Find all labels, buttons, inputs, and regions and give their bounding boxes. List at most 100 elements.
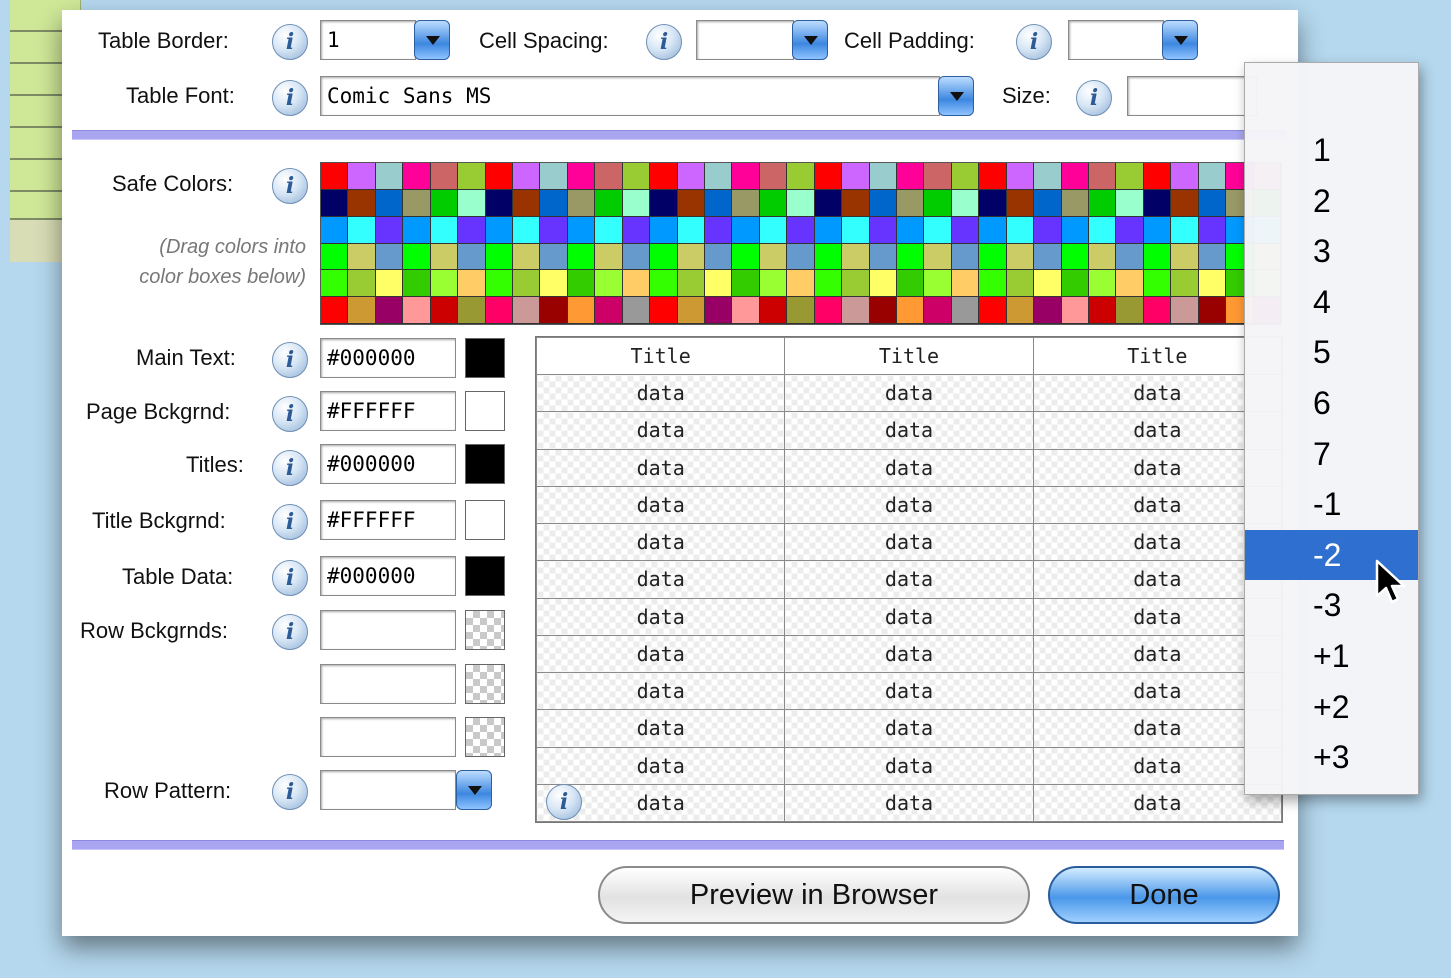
palette-color-cell[interactable]: [732, 270, 760, 298]
palette-color-cell[interactable]: [1116, 216, 1144, 244]
palette-color-cell[interactable]: [321, 297, 349, 324]
palette-color-cell[interactable]: [650, 189, 678, 217]
palette-color-cell[interactable]: [787, 297, 815, 324]
size-menu-item[interactable]: +3: [1245, 732, 1418, 782]
palette-color-cell[interactable]: [622, 163, 651, 190]
page-bckgrnd-color-field[interactable]: #FFFFFF: [320, 391, 456, 431]
palette-color-cell[interactable]: [622, 243, 651, 271]
palette-color-cell[interactable]: [897, 216, 925, 244]
palette-color-cell[interactable]: [814, 189, 843, 217]
palette-color-cell[interactable]: [924, 216, 952, 244]
palette-color-cell[interactable]: [705, 270, 733, 298]
palette-color-cell[interactable]: [375, 243, 404, 271]
palette-color-cell[interactable]: [814, 216, 843, 244]
palette-color-cell[interactable]: [1171, 243, 1199, 271]
size-menu-item[interactable]: 4: [1245, 277, 1418, 327]
palette-color-cell[interactable]: [1061, 243, 1089, 271]
info-icon[interactable]: i: [272, 396, 308, 432]
palette-color-cell[interactable]: [430, 297, 459, 324]
palette-color-cell[interactable]: [979, 270, 1007, 298]
palette-color-cell[interactable]: [567, 243, 596, 271]
size-menu-item[interactable]: 2: [1245, 176, 1418, 226]
palette-color-cell[interactable]: [650, 216, 678, 244]
info-icon[interactable]: i: [1016, 24, 1052, 60]
palette-color-cell[interactable]: [1089, 270, 1117, 298]
palette-color-cell[interactable]: [650, 163, 678, 190]
palette-color-cell[interactable]: [759, 243, 788, 271]
info-icon[interactable]: i: [546, 784, 582, 820]
palette-color-cell[interactable]: [485, 163, 513, 190]
table-border-dropdown-button[interactable]: [414, 20, 450, 60]
palette-color-cell[interactable]: [1034, 270, 1062, 298]
palette-color-cell[interactable]: [787, 163, 815, 190]
palette-color-cell[interactable]: [1198, 297, 1227, 324]
palette-color-cell[interactable]: [787, 270, 815, 298]
palette-color-cell[interactable]: [650, 243, 678, 271]
palette-color-cell[interactable]: [1143, 243, 1172, 271]
palette-color-cell[interactable]: [458, 189, 486, 217]
palette-color-cell[interactable]: [375, 297, 404, 324]
size-menu-item[interactable]: 5: [1245, 327, 1418, 377]
palette-color-cell[interactable]: [430, 216, 459, 244]
palette-color-cell[interactable]: [1061, 297, 1089, 324]
size-menu-item[interactable]: 3: [1245, 226, 1418, 276]
palette-color-cell[interactable]: [814, 243, 843, 271]
palette-color-cell[interactable]: [458, 297, 486, 324]
table-font-dropdown-button[interactable]: [938, 76, 974, 116]
palette-color-cell[interactable]: [814, 297, 843, 324]
palette-color-cell[interactable]: [951, 163, 980, 190]
palette-color-cell[interactable]: [869, 189, 897, 217]
palette-color-cell[interactable]: [787, 189, 815, 217]
palette-color-cell[interactable]: [1034, 243, 1062, 271]
palette-color-cell[interactable]: [540, 216, 568, 244]
palette-color-cell[interactable]: [1089, 189, 1117, 217]
palette-color-cell[interactable]: [1006, 243, 1035, 271]
palette-color-cell[interactable]: [1006, 189, 1035, 217]
palette-color-cell[interactable]: [951, 216, 980, 244]
palette-color-cell[interactable]: [1089, 163, 1117, 190]
palette-color-cell[interactable]: [1116, 163, 1144, 190]
row-bckgrnd-swatch-1[interactable]: [465, 610, 505, 650]
palette-color-cell[interactable]: [567, 270, 596, 298]
palette-color-cell[interactable]: [375, 163, 404, 190]
palette-color-cell[interactable]: [403, 189, 431, 217]
palette-color-cell[interactable]: [869, 270, 897, 298]
row-bckgrnd-field-3[interactable]: [320, 717, 456, 757]
palette-color-cell[interactable]: [951, 297, 980, 324]
palette-color-cell[interactable]: [540, 189, 568, 217]
palette-color-cell[interactable]: [1143, 270, 1172, 298]
palette-color-cell[interactable]: [458, 270, 486, 298]
palette-color-cell[interactable]: [924, 163, 952, 190]
titles-swatch[interactable]: [465, 444, 505, 484]
info-icon[interactable]: i: [646, 24, 682, 60]
palette-color-cell[interactable]: [869, 243, 897, 271]
palette-color-cell[interactable]: [1198, 189, 1227, 217]
cell-spacing-dropdown-button[interactable]: [792, 20, 828, 60]
info-icon[interactable]: i: [272, 560, 308, 596]
palette-color-cell[interactable]: [485, 216, 513, 244]
palette-color-cell[interactable]: [979, 297, 1007, 324]
palette-color-cell[interactable]: [650, 297, 678, 324]
palette-color-cell[interactable]: [842, 243, 870, 271]
cell-padding-field[interactable]: [1068, 20, 1164, 60]
palette-color-cell[interactable]: [348, 216, 376, 244]
palette-color-cell[interactable]: [348, 270, 376, 298]
palette-color-cell[interactable]: [403, 163, 431, 190]
palette-color-cell[interactable]: [1143, 297, 1172, 324]
palette-color-cell[interactable]: [375, 216, 404, 244]
palette-color-cell[interactable]: [622, 216, 651, 244]
palette-color-cell[interactable]: [677, 163, 705, 190]
palette-color-cell[interactable]: [513, 243, 541, 271]
title-bckgrnd-swatch[interactable]: [465, 500, 505, 540]
title-bckgrnd-color-field[interactable]: #FFFFFF: [320, 500, 456, 540]
palette-color-cell[interactable]: [595, 189, 623, 217]
row-pattern-dropdown-button[interactable]: [456, 770, 492, 810]
palette-color-cell[interactable]: [1116, 297, 1144, 324]
palette-color-cell[interactable]: [787, 243, 815, 271]
palette-color-cell[interactable]: [1116, 270, 1144, 298]
table-font-field[interactable]: Comic Sans MS: [320, 76, 940, 116]
palette-color-cell[interactable]: [485, 297, 513, 324]
palette-color-cell[interactable]: [567, 216, 596, 244]
table-data-color-field[interactable]: #000000: [320, 556, 456, 596]
palette-color-cell[interactable]: [732, 243, 760, 271]
